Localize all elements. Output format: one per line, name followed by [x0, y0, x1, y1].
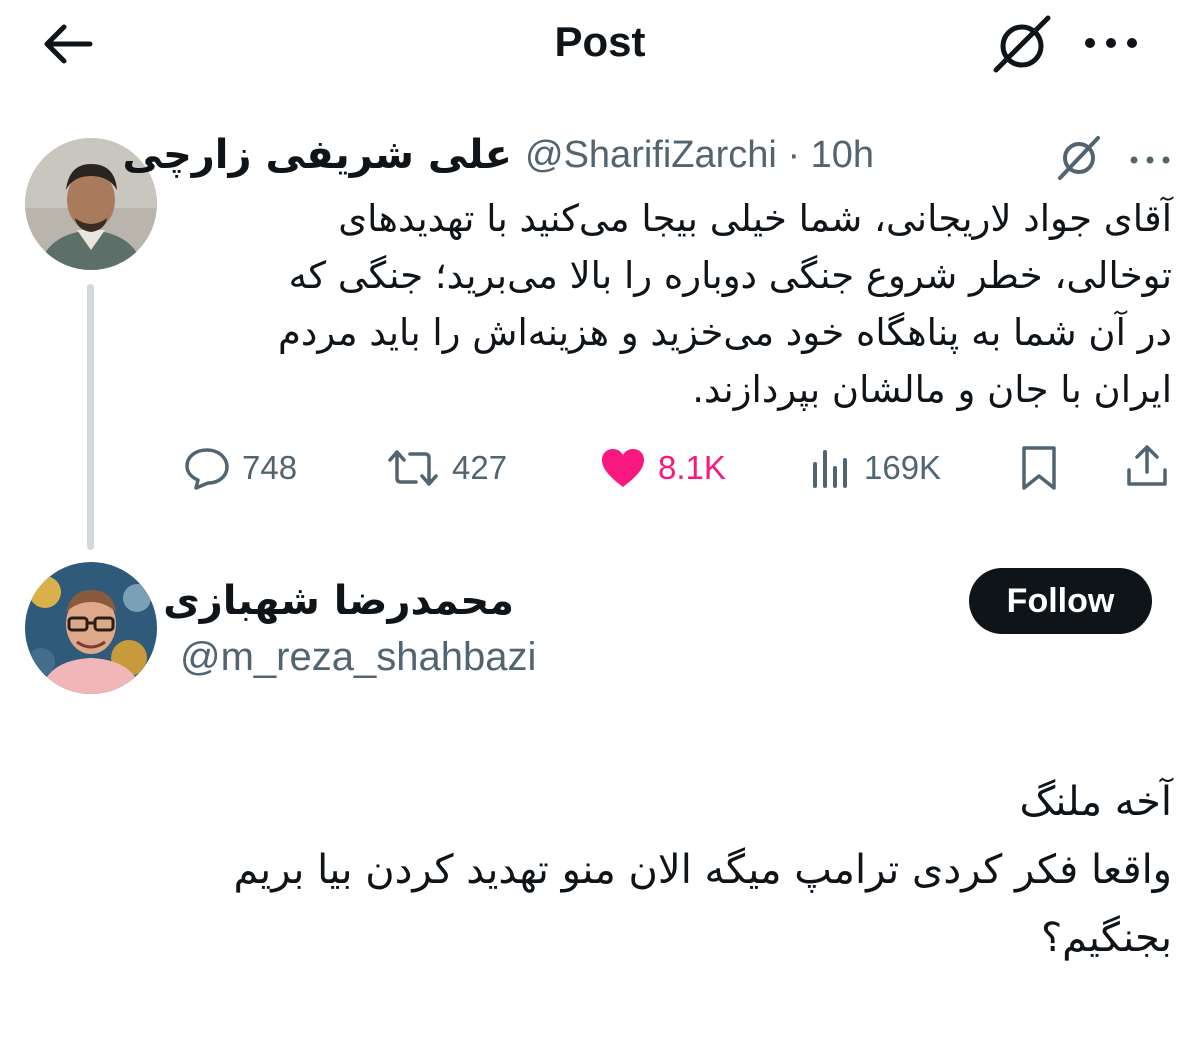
more-options-button[interactable] — [1082, 28, 1140, 58]
grok-icon — [1058, 136, 1100, 180]
reply-text-line: آخه ملنگ — [1019, 779, 1172, 825]
reply-text: آخه ملنگ واقعا فکر کردی ترامپ میگه الان … — [72, 768, 1172, 972]
reply-count: 748 — [242, 449, 298, 486]
author-name[interactable]: علی شریفی زارچی — [122, 132, 512, 178]
view-count: 169K — [864, 449, 942, 486]
reply-text-line: بجنگیم؟ — [1040, 915, 1172, 961]
author-name[interactable]: محمدرضا شهبازی — [163, 578, 514, 624]
analytics-icon — [813, 450, 847, 488]
post-more-button[interactable] — [1128, 150, 1172, 170]
follow-button[interactable]: Follow — [969, 568, 1152, 634]
more-horizontal-icon — [1130, 156, 1170, 164]
post-text-line: ایران با جان و مالشان بپردازند. — [692, 368, 1172, 411]
post-text-line: توخالی، خطر شروع جنگی دوباره را بالا می‌… — [288, 254, 1172, 297]
meta-separator: · — [787, 134, 801, 176]
like-button[interactable]: 8.1K — [600, 444, 726, 492]
like-count: 8.1K — [658, 449, 726, 486]
post-text: آقای جواد لاریجانی، شما خیلی بیجا می‌کنی… — [172, 190, 1172, 418]
grok-icon — [993, 15, 1051, 73]
heart-filled-icon — [602, 449, 644, 487]
repost-count: 427 — [452, 449, 508, 486]
author-handle[interactable]: @SharifiZarchi — [525, 134, 777, 176]
reply-text-line: واقعا فکر کردی ترامپ میگه الان منو تهدید… — [233, 847, 1172, 893]
share-icon — [1127, 445, 1167, 486]
repost-button[interactable]: 427 — [386, 444, 507, 492]
reply-button[interactable]: 748 — [184, 444, 297, 492]
author-handle[interactable]: @m_reza_shahbazi — [180, 635, 536, 680]
reply-icon — [185, 448, 229, 490]
grok-button[interactable] — [990, 14, 1054, 74]
bookmark-button[interactable] — [1018, 444, 1060, 492]
grok-post-button[interactable] — [1056, 132, 1102, 182]
avatar-photo — [25, 562, 157, 694]
post-text-line: آقای جواد لاریجانی، شما خیلی بیجا می‌کنی… — [338, 197, 1172, 240]
repost-icon — [388, 450, 438, 486]
avatar-shahbazi[interactable] — [25, 562, 157, 694]
bookmark-icon — [1022, 446, 1056, 490]
more-horizontal-icon — [1085, 38, 1137, 48]
thread-connector-line — [87, 284, 94, 550]
post-timestamp[interactable]: 10h — [811, 134, 874, 176]
post-meta: @SharifiZarchi · 10h — [525, 134, 874, 177]
share-button[interactable] — [1125, 442, 1169, 490]
views-button[interactable]: 169K — [810, 444, 941, 492]
post-text-line: در آن شما به پناهگاه خود می‌خزید و هزینه… — [277, 311, 1172, 354]
